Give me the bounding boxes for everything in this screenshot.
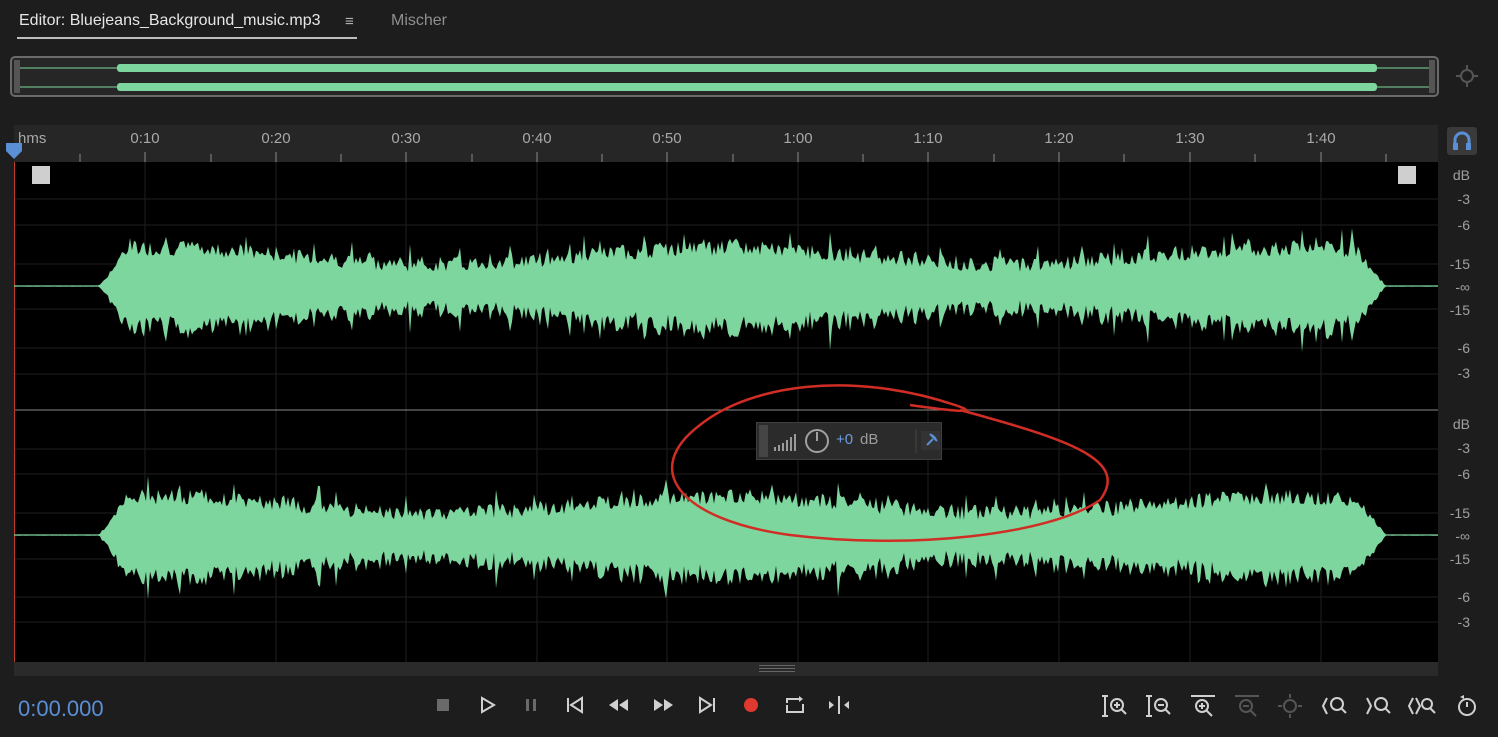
skip-to-start-icon[interactable] <box>562 692 588 718</box>
fade-in-handle[interactable] <box>32 166 50 184</box>
scrollbar-grip-icon[interactable] <box>759 665 799 673</box>
skip-selection-icon[interactable] <box>826 692 852 718</box>
zoom-to-selection-icon[interactable] <box>1276 692 1306 720</box>
ruler-ticks <box>79 152 1387 162</box>
zoom-in-left-icon[interactable] <box>1320 692 1350 720</box>
db-label: -15 <box>1449 505 1470 521</box>
stop-icon[interactable] <box>430 692 456 718</box>
playhead-marker[interactable] <box>5 142 23 160</box>
time-ruler[interactable]: hms 0:10 0:20 0:30 0:40 0:50 1:00 1:10 1… <box>14 125 1438 162</box>
fade-out-handle[interactable] <box>1398 166 1416 184</box>
db-label: -∞ <box>1455 528 1470 544</box>
db-label: -3 <box>1457 365 1470 381</box>
zoom-out-full-icon[interactable] <box>1232 692 1262 720</box>
annotation-circle <box>670 384 1109 543</box>
db-label: -6 <box>1457 589 1470 605</box>
zoom-out-both-icon[interactable] <box>1408 692 1438 720</box>
play-icon[interactable] <box>474 692 500 718</box>
zoom-reset-icon[interactable] <box>1452 692 1482 720</box>
overview-navigator[interactable] <box>10 56 1439 97</box>
db-label: -15 <box>1449 551 1470 567</box>
tab-menu-icon[interactable]: ≡ <box>345 13 354 30</box>
db-label: -3 <box>1457 440 1470 456</box>
waveform-channel-left <box>14 228 1438 352</box>
current-time-display[interactable]: 0:00.000 <box>18 696 104 722</box>
record-icon[interactable] <box>738 692 764 718</box>
db-label: -15 <box>1449 256 1470 272</box>
zoom-out-amplitude-icon[interactable] <box>1144 692 1174 720</box>
active-tab-underline <box>17 37 357 39</box>
rewind-icon[interactable] <box>606 692 632 718</box>
pause-icon[interactable] <box>518 692 544 718</box>
db-label: -∞ <box>1455 279 1470 295</box>
horizontal-scrollbar[interactable] <box>14 662 1438 676</box>
overview-waveform <box>14 60 1435 93</box>
db-scale: dB -3 -6 -15 -∞ -15 -6 -3 dB -3 -6 -15 -… <box>1438 162 1498 662</box>
db-label: -6 <box>1457 466 1470 482</box>
tab-mixer[interactable]: Mischer <box>391 12 447 30</box>
db-label: -3 <box>1457 191 1470 207</box>
loop-icon[interactable] <box>782 692 808 718</box>
db-label: -15 <box>1449 302 1470 318</box>
zoom-in-amplitude-icon[interactable] <box>1100 692 1130 720</box>
db-label: dB <box>1452 416 1470 432</box>
zoom-navigator-icon[interactable] <box>1455 64 1479 88</box>
db-label: -6 <box>1457 217 1470 233</box>
tab-editor[interactable]: Editor: Bluejeans_Background_music.mp3 <box>19 12 321 30</box>
fast-forward-icon[interactable] <box>650 692 676 718</box>
db-label: -6 <box>1457 340 1470 356</box>
db-label: -3 <box>1457 614 1470 630</box>
skip-to-end-icon[interactable] <box>694 692 720 718</box>
headphones-icon[interactable] <box>1447 127 1477 155</box>
zoom-in-time-icon[interactable] <box>1188 692 1218 720</box>
db-label: dB <box>1452 167 1470 183</box>
zoom-in-right-icon[interactable] <box>1364 692 1394 720</box>
